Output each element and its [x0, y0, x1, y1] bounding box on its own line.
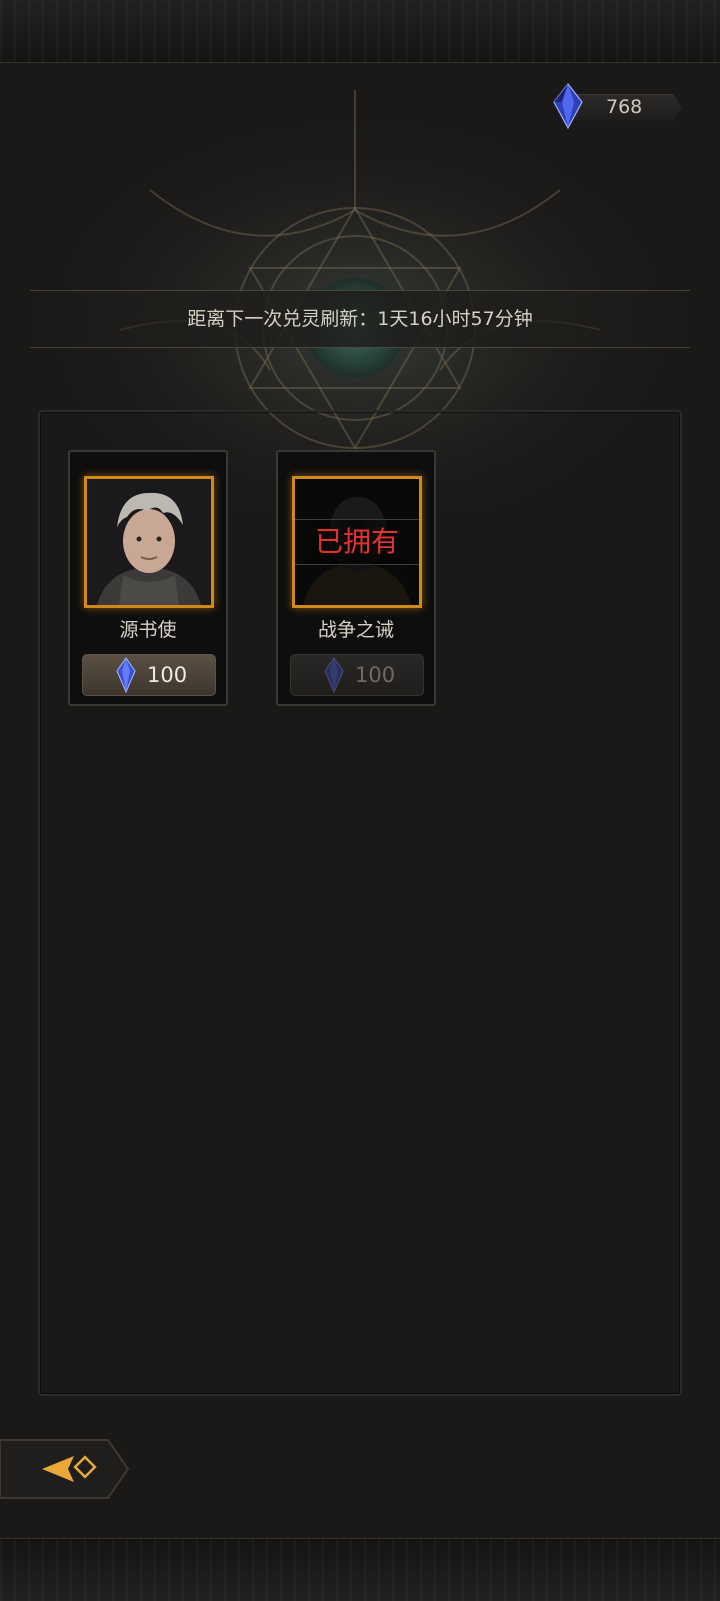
top-ornament-band: [0, 0, 720, 63]
spirit-card[interactable]: 源书使 100: [68, 450, 228, 706]
card-name: 战争之诫: [317, 619, 394, 641]
spirit-card-owned[interactable]: 已拥有 战争之诫 100: [276, 450, 436, 706]
character-portrait-image: [87, 479, 211, 605]
back-button[interactable]: [0, 1438, 130, 1500]
card-name: 源书使: [119, 619, 177, 641]
card-portrait: 已拥有: [292, 476, 422, 608]
currency-amount: 768: [606, 96, 643, 118]
refresh-timer-text: 距离下一次兑灵刷新：1天16小时57分钟: [187, 308, 533, 330]
price-value: 100: [147, 663, 188, 687]
card-portrait: [84, 476, 214, 608]
price-value: 100: [355, 663, 396, 687]
buy-button-disabled: 100: [290, 654, 424, 696]
owned-label: 已拥有: [295, 519, 419, 565]
blue-crystal-icon: [553, 83, 583, 130]
blue-crystal-icon: [324, 657, 344, 693]
blue-crystal-icon: [116, 657, 136, 693]
buy-button[interactable]: 100: [82, 654, 216, 696]
refresh-timer-banner: 距离下一次兑灵刷新：1天16小时57分钟: [30, 290, 690, 348]
currency-display: 768: [550, 83, 685, 130]
bottom-ornament-band: [0, 1538, 720, 1601]
